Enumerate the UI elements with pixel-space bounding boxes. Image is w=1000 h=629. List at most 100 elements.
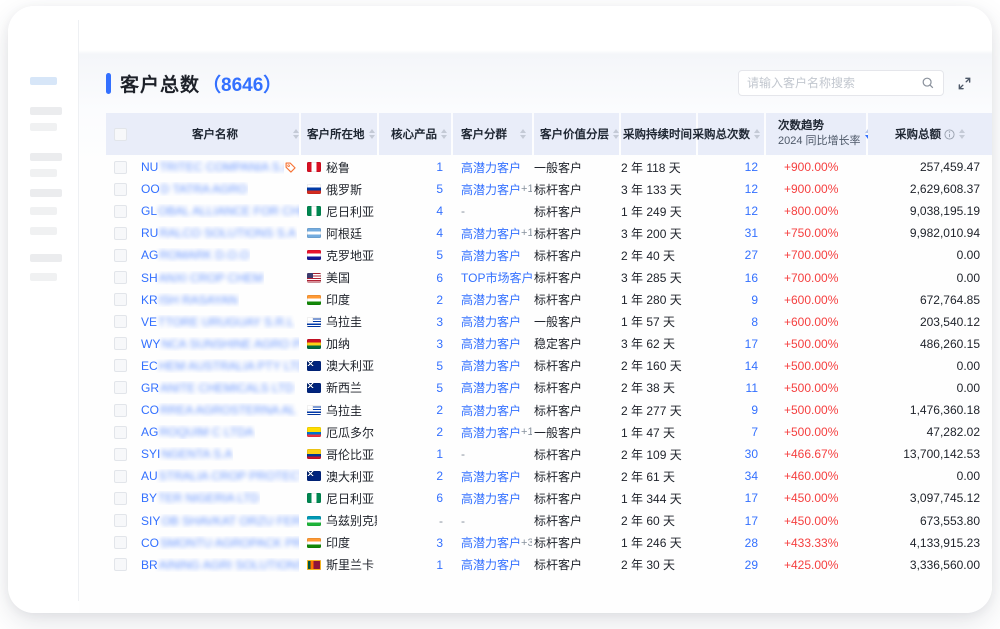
column-header-trend[interactable]: 次数趋势2024 同比增长率: [766, 113, 866, 155]
sidebar-item[interactable]: [30, 169, 57, 177]
sort-icon[interactable]: [520, 129, 526, 139]
customer-name-link[interactable]: SYINGENTA S.A: [141, 447, 233, 461]
sidebar-item[interactable]: [30, 153, 62, 161]
customer-name-link[interactable]: GLOBAL ALLIANCE FOR CHEMI CA...: [141, 204, 299, 218]
sort-icon[interactable]: [441, 129, 447, 139]
customer-name-link[interactable]: VETTORE URUGUAY S.R.L: [141, 315, 295, 329]
table-row[interactable]: COSMONTU AGROPACK PRIVAT E...印度3高潜力客户+3标…: [106, 532, 992, 554]
core-products-count-link[interactable]: 3: [436, 536, 443, 550]
table-row[interactable]: AGROQUIM C LTDA厄瓜多尔2高潜力客户+1一般客户1 年 47 天7…: [106, 421, 992, 443]
customer-segment-link[interactable]: 高潜力客户: [461, 159, 521, 176]
table-row[interactable]: CORREA AGROSTERNA AL R...乌拉圭2高潜力客户标杆客户2 …: [106, 399, 992, 421]
table-row[interactable]: AUSTRALIA CROP PROTECTION P...澳大利亚2高潜力客户…: [106, 465, 992, 487]
sidebar-item[interactable]: [30, 254, 62, 262]
customer-segment-link[interactable]: 高潜力客户: [461, 313, 521, 330]
sort-icon[interactable]: [754, 129, 760, 139]
row-checkbox[interactable]: [114, 404, 127, 417]
customer-segment-link[interactable]: 高潜力客户: [461, 225, 521, 242]
column-header-segment[interactable]: 客户分群: [453, 113, 532, 155]
customer-segment-link[interactable]: 高潜力客户: [461, 402, 521, 419]
customer-name-link[interactable]: RURALCO SOLUTIONS S.A: [141, 226, 297, 240]
purchase-count-link[interactable]: 9: [751, 293, 758, 307]
table-row[interactable]: SHANXI CROP CHEM美国6TOP市场客户标杆客户3 年 285 天1…: [106, 266, 992, 288]
customer-segment-link[interactable]: 高潜力客户: [461, 424, 521, 441]
purchase-count-link[interactable]: 29: [745, 558, 758, 572]
select-all-checkbox[interactable]: [114, 128, 127, 141]
sidebar-item[interactable]: [30, 273, 57, 281]
fullscreen-expand-icon[interactable]: [957, 76, 972, 91]
sort-icon[interactable]: [613, 129, 619, 139]
purchase-count-link[interactable]: 9: [751, 403, 758, 417]
customer-segment-link[interactable]: 高潜力客户: [461, 556, 521, 573]
table-row[interactable]: SYINGENTA S.A哥伦比亚1-标杆客户2 年 109 天30+466.6…: [106, 443, 992, 465]
customer-name-link[interactable]: AUSTRALIA CROP PROTECTION P...: [141, 469, 299, 483]
column-header-amount[interactable]: 采购总额: [868, 113, 992, 155]
customer-segment-link[interactable]: 高潜力客户: [461, 247, 521, 264]
sort-icon[interactable]: [959, 129, 965, 139]
core-products-count-link[interactable]: 5: [436, 381, 443, 395]
info-icon[interactable]: [944, 129, 955, 140]
core-products-count-link[interactable]: 2: [436, 403, 443, 417]
sort-icon[interactable]: [369, 129, 375, 139]
customer-segment-link[interactable]: 高潜力客户: [461, 357, 521, 374]
table-row[interactable]: VETTORE URUGUAY S.R.L乌拉圭3高潜力客户一般客户1 年 57…: [106, 311, 992, 333]
core-products-count-link[interactable]: 3: [436, 337, 443, 351]
row-checkbox[interactable]: [114, 558, 127, 571]
core-products-count-link[interactable]: 1: [436, 160, 443, 174]
column-header-products[interactable]: 核心产品: [379, 113, 451, 155]
customer-name-link[interactable]: BYTER NIGERIA LTD: [141, 491, 260, 505]
row-checkbox[interactable]: [114, 359, 127, 372]
core-products-count-link[interactable]: 1: [436, 558, 443, 572]
row-checkbox[interactable]: [114, 426, 127, 439]
customer-name-link[interactable]: SHANXI CROP CHEM: [141, 271, 264, 285]
table-row[interactable]: AGROMARK D.O.O克罗地亚5高潜力客户标杆客户2 年 40 天27+7…: [106, 244, 992, 266]
column-header-count[interactable]: 采购总次数: [698, 113, 764, 155]
customer-segment-link[interactable]: 高潜力客户: [461, 490, 521, 507]
table-row[interactable]: RURALCO SOLUTIONS S.A阿根廷4高潜力客户+1标杆客户3 年 …: [106, 222, 992, 244]
customer-segment-link[interactable]: 高潜力客户: [461, 335, 521, 352]
core-products-count-link[interactable]: 5: [436, 248, 443, 262]
search-box[interactable]: [738, 70, 944, 96]
row-checkbox[interactable]: [114, 161, 127, 174]
row-checkbox[interactable]: [114, 536, 127, 549]
customer-name-link[interactable]: CORREA AGROSTERNA AL R...: [141, 403, 299, 417]
core-products-count-link[interactable]: 4: [436, 204, 443, 218]
row-checkbox[interactable]: [114, 337, 127, 350]
row-checkbox[interactable]: [114, 514, 127, 527]
customer-name-link[interactable]: OOD TATRA AGRO: [141, 182, 248, 196]
customer-name-link[interactable]: COSMONTU AGROPACK PRIVAT E...: [141, 536, 299, 550]
table-row[interactable]: KRISH RASAYAN印度2高潜力客户标杆客户1 年 280 天9+600.…: [106, 289, 992, 311]
purchase-count-link[interactable]: 8: [751, 315, 758, 329]
sidebar-item[interactable]: [30, 107, 62, 115]
core-products-count-link[interactable]: 2: [436, 425, 443, 439]
row-checkbox[interactable]: [114, 183, 127, 196]
search-input[interactable]: [747, 76, 921, 90]
customer-segment-link[interactable]: 高潜力客户: [461, 181, 521, 198]
customer-name-link[interactable]: NUTRITEC COMPANIA S.A.C: [141, 160, 284, 174]
purchase-count-link[interactable]: 17: [745, 514, 758, 528]
customer-name-link[interactable]: BRAINING AGRI SOLUTIONS PVT LTD: [141, 558, 299, 572]
table-row[interactable]: GLOBAL ALLIANCE FOR CHEMI CA...尼日利亚4-标杆客…: [106, 200, 992, 222]
row-checkbox[interactable]: [114, 271, 127, 284]
row-checkbox[interactable]: [114, 470, 127, 483]
purchase-count-link[interactable]: 31: [745, 226, 758, 240]
core-products-count-link[interactable]: 2: [436, 293, 443, 307]
core-products-count-link[interactable]: 5: [436, 182, 443, 196]
customer-segment-link[interactable]: 高潜力客户: [461, 468, 521, 485]
customer-name-link[interactable]: AGROQUIM C LTDA: [141, 425, 255, 439]
customer-name-link[interactable]: KRISH RASAYAN: [141, 293, 239, 307]
core-products-count-link[interactable]: 3: [436, 315, 443, 329]
sidebar-item-active[interactable]: [30, 77, 57, 85]
purchase-count-link[interactable]: 16: [745, 271, 758, 285]
column-header-location[interactable]: 客户所在地: [301, 113, 377, 155]
core-products-count-link[interactable]: 5: [436, 359, 443, 373]
sidebar-item[interactable]: [30, 123, 57, 131]
customer-segment-link[interactable]: 高潜力客户: [461, 379, 521, 396]
table-row[interactable]: BYTER NIGERIA LTD尼日利亚6高潜力客户标杆客户1 年 344 天…: [106, 487, 992, 509]
customer-segment-link[interactable]: 高潜力客户: [461, 291, 521, 308]
row-checkbox[interactable]: [114, 205, 127, 218]
table-row[interactable]: OOD TATRA AGRO俄罗斯5高潜力客户+1标杆客户3 年 133 天12…: [106, 178, 992, 200]
column-header-tier[interactable]: 客户价值分层: [534, 113, 619, 155]
row-checkbox[interactable]: [114, 293, 127, 306]
column-header-duration[interactable]: 采购持续时间: [621, 113, 696, 155]
